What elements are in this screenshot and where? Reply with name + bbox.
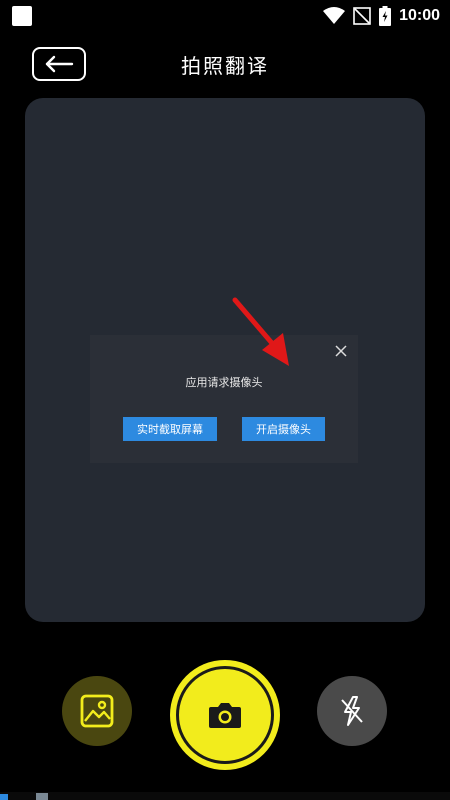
shutter-button[interactable] — [170, 660, 280, 770]
flash-off-icon — [341, 696, 363, 726]
camera-permission-dialog: 应用请求摄像头 实时截取屏幕 开启摄像头 — [90, 335, 358, 463]
taskbar-app-icon — [36, 793, 48, 800]
bottom-controls — [0, 660, 450, 770]
flash-toggle-button[interactable] — [317, 676, 387, 746]
wifi-icon — [323, 7, 346, 24]
taskbar-app-icon — [0, 794, 8, 800]
camera-icon — [209, 703, 241, 728]
close-icon[interactable] — [333, 343, 349, 359]
red-arrow-annotation — [232, 297, 289, 366]
status-bar: 10:00 — [0, 0, 450, 32]
open-camera-button[interactable]: 开启摄像头 — [242, 417, 325, 441]
page-title: 拍照翻译 — [181, 54, 269, 78]
taskbar-strip — [0, 792, 450, 800]
screen-capture-button[interactable]: 实时截取屏幕 — [123, 417, 217, 441]
image-icon — [80, 694, 114, 728]
clock: 10:00 — [399, 7, 440, 24]
app-header: 拍照翻译 — [0, 44, 450, 84]
dialog-message: 应用请求摄像头 — [185, 376, 263, 389]
battery-charging-icon — [379, 6, 392, 26]
notification-square-icon — [12, 6, 32, 26]
status-icons: 10:00 — [323, 5, 440, 27]
no-signal-icon — [353, 7, 371, 25]
gallery-button[interactable] — [62, 676, 132, 746]
